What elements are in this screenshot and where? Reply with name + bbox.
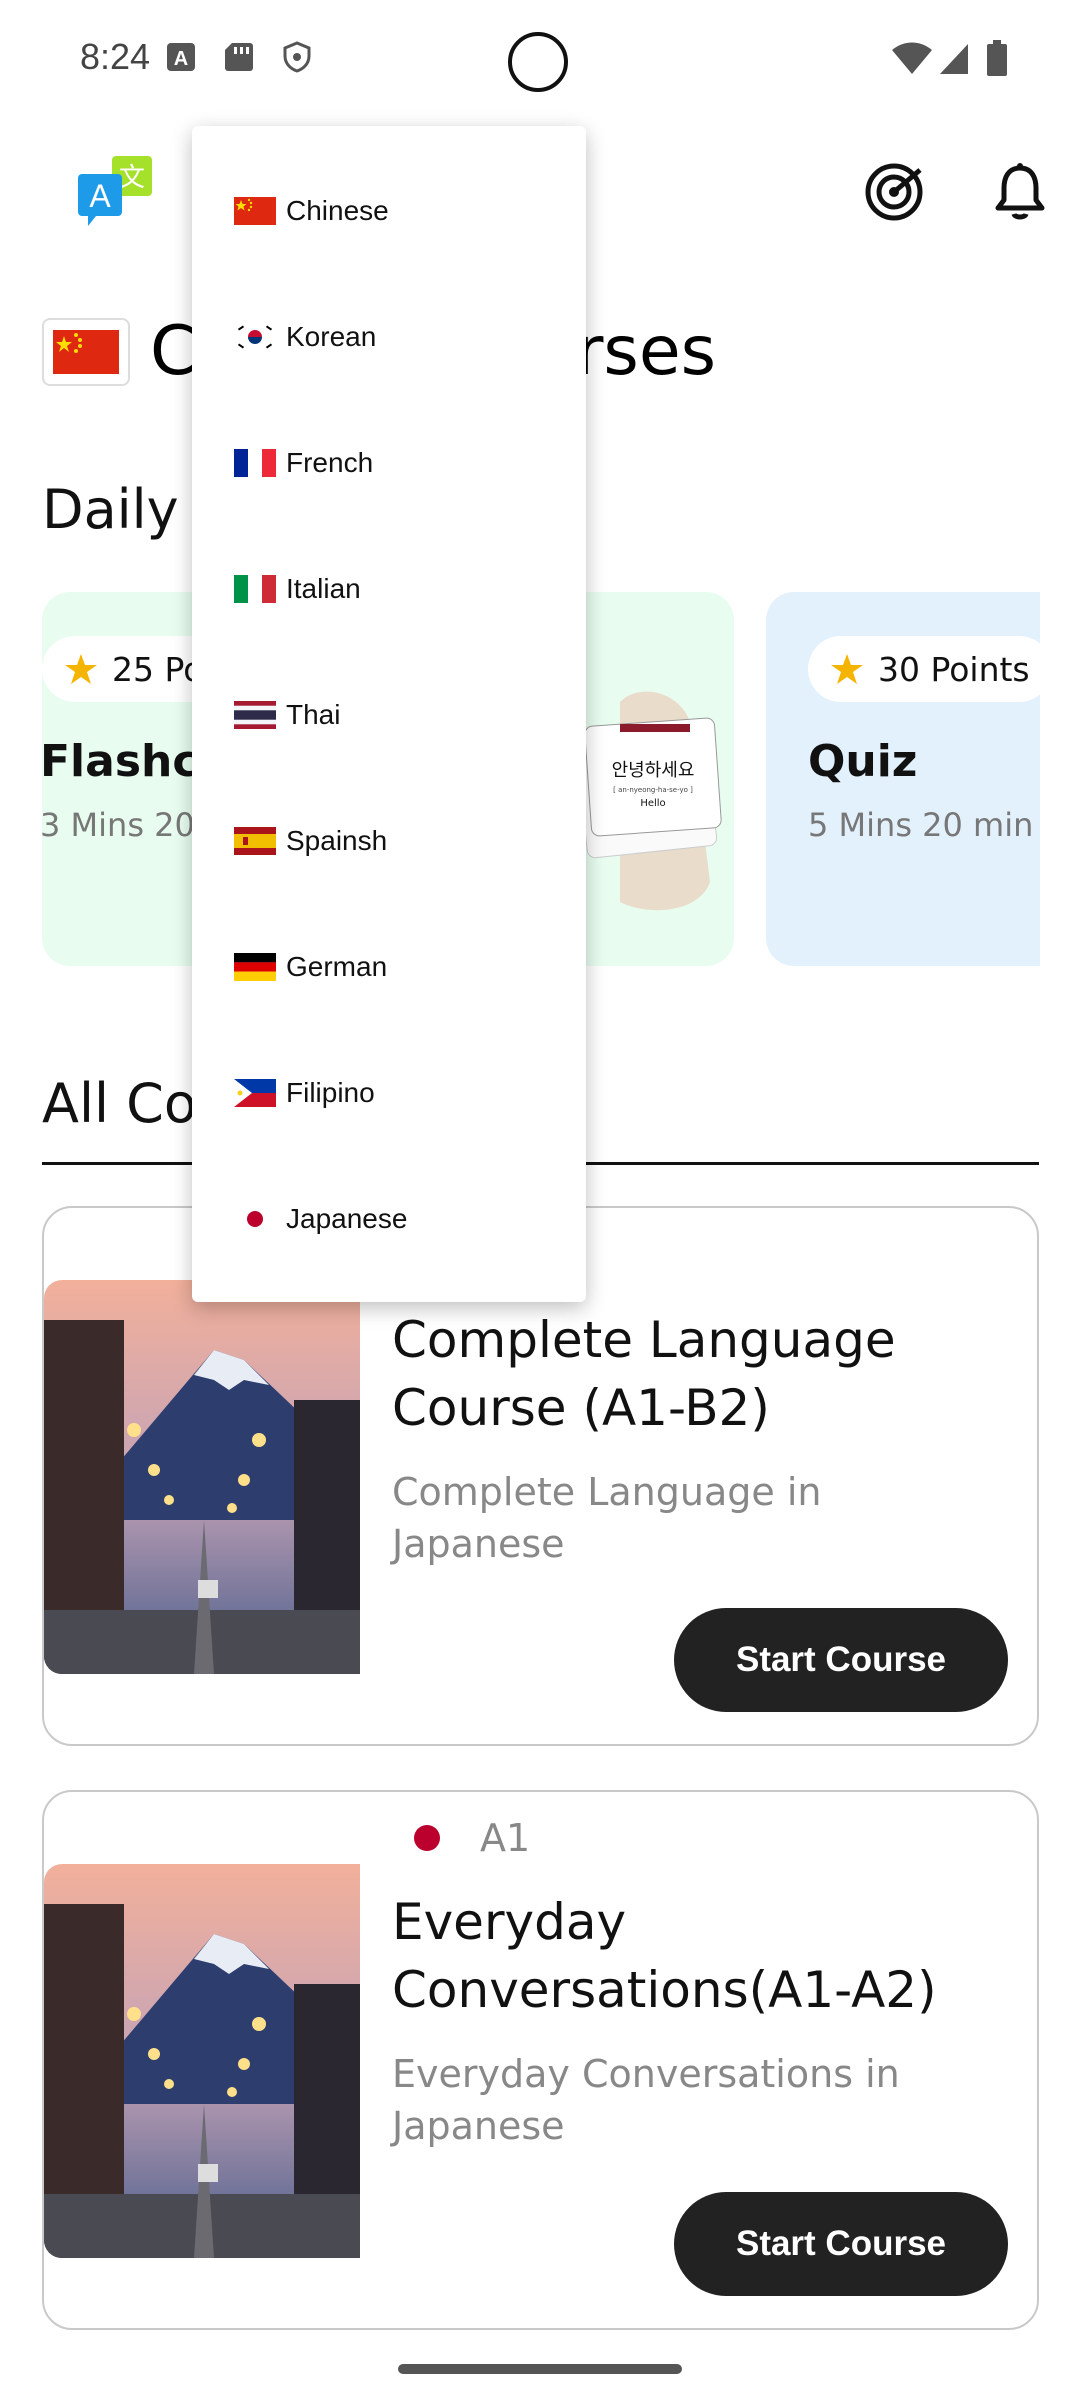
ph-flag-icon — [234, 1079, 276, 1107]
menu-item-label: Chinese — [286, 195, 389, 226]
course-description: Everyday Conversations in Japanese — [392, 2052, 900, 2148]
camera-cutout — [508, 32, 568, 92]
course-title: Everyday Conversations(A1-A2) — [392, 1893, 937, 2019]
jp-flag-icon — [414, 1825, 440, 1851]
menu-item-label: Thai — [286, 699, 341, 730]
flashcard-translation: Hello — [640, 798, 665, 809]
es-flag-icon — [234, 827, 276, 855]
card-title: Quiz — [808, 736, 918, 787]
de-flag-icon — [234, 953, 276, 981]
course-image — [44, 1280, 360, 1674]
course-level: A1 — [414, 1816, 530, 1860]
start-course-button[interactable]: Start Course — [674, 1608, 1008, 1712]
menu-item-label: Korean — [286, 321, 377, 352]
cn-flag-icon — [53, 330, 119, 374]
app-logo-icon: 文 A — [78, 156, 152, 226]
sd-card-icon — [225, 43, 253, 71]
cellular-signal-icon — [940, 44, 968, 74]
quiz-card[interactable]: 30 Points Quiz 5 Mins 20 min — [766, 592, 1040, 966]
it-flag-icon — [234, 575, 276, 603]
menu-item-filipino[interactable]: Filipino — [192, 1030, 586, 1156]
menu-item-label: Italian — [286, 573, 361, 604]
course-language-flag[interactable] — [42, 318, 130, 386]
course-card[interactable]: A1 Everyday Conversations(A1-A2) Everyda… — [42, 1790, 1039, 2330]
menu-item-korean[interactable]: Korean — [192, 274, 586, 400]
home-indicator[interactable] — [398, 2364, 682, 2374]
wifi-icon — [892, 42, 932, 74]
font-notification-icon: A — [167, 43, 195, 71]
points-badge: 30 Points — [808, 636, 1040, 702]
daily-section-title: Daily — [42, 478, 179, 541]
menu-item-thai[interactable]: Thai — [192, 652, 586, 778]
menu-item-chinese[interactable]: Chinese — [192, 148, 586, 274]
level-label: A1 — [480, 1816, 531, 1860]
course-description: Complete Language in Japanese — [392, 1470, 822, 1566]
menu-item-label: French — [286, 447, 374, 478]
battery-icon — [987, 40, 1007, 76]
menu-item-german[interactable]: German — [192, 904, 586, 1030]
menu-item-label: German — [286, 951, 388, 982]
course-image — [44, 1864, 360, 2258]
menu-item-french[interactable]: French — [192, 400, 586, 526]
star-icon — [65, 654, 97, 684]
cn-flag-icon — [234, 197, 276, 225]
svg-text:A: A — [174, 48, 188, 70]
star-icon — [831, 654, 863, 684]
kr-flag-icon — [234, 323, 276, 351]
svg-text:A: A — [89, 178, 111, 214]
notification-bell-icon[interactable] — [988, 160, 1052, 224]
menu-item-label: Japanese — [286, 1203, 408, 1234]
points-label: 30 Points — [878, 649, 1030, 689]
language-dropdown-menu: Chinese Korean French Italian Thai Spain… — [192, 126, 586, 1302]
shield-icon — [283, 41, 311, 73]
flashcards-preview-card[interactable]: 안녕하세요 [ an-nyeong-ha-se-yo ] Hello — [560, 592, 734, 966]
radar-icon[interactable] — [862, 160, 926, 224]
svg-text:文: 文 — [119, 163, 145, 193]
course-title: Complete Language Course (A1-B2) — [392, 1311, 896, 1437]
menu-item-italian[interactable]: Italian — [192, 526, 586, 652]
status-time: 8:24 — [80, 36, 151, 77]
card-duration: 5 Mins 20 min — [808, 806, 1034, 844]
flashcard-text: 안녕하세요 — [612, 760, 695, 781]
start-course-button[interactable]: Start Course — [674, 2192, 1008, 2296]
th-flag-icon — [234, 701, 276, 729]
menu-item-spanish[interactable]: Spainsh — [192, 778, 586, 904]
menu-item-japanese[interactable]: Japanese — [192, 1156, 586, 1282]
jp-flag-icon — [234, 1205, 276, 1233]
menu-item-label: Spainsh — [286, 825, 388, 856]
menu-item-label: Filipino — [286, 1077, 375, 1108]
fr-flag-icon — [234, 449, 276, 477]
flashcard-romanization: [ an-nyeong-ha-se-yo ] — [613, 786, 693, 794]
flashcard-image: 안녕하세요 [ an-nyeong-ha-se-yo ] Hello — [576, 691, 722, 911]
